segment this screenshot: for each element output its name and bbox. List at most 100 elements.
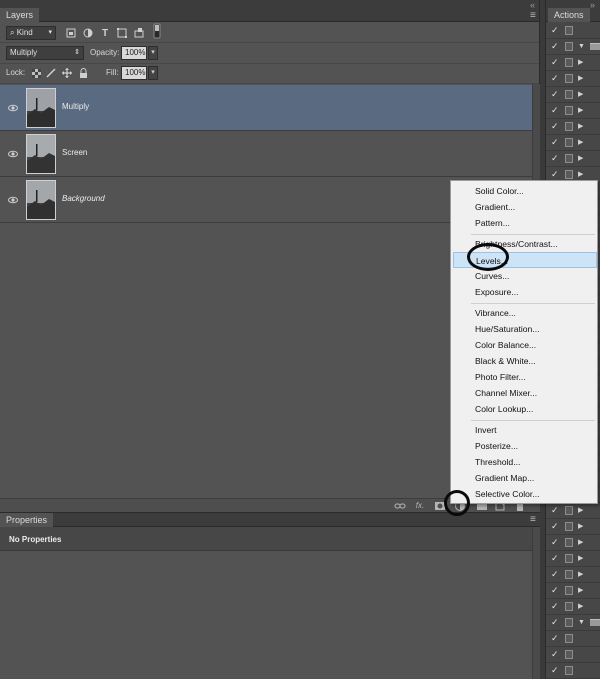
action-row[interactable]: ✓▶ — [546, 119, 600, 135]
action-row[interactable]: ✓▶ — [546, 87, 600, 103]
disclosure-open-icon[interactable]: ▼ — [578, 618, 585, 627]
panel-menu-icon[interactable]: ≡ — [530, 515, 536, 525]
action-row[interactable]: ✓▶ — [546, 583, 600, 599]
action-row[interactable]: ✓ ▼ — [546, 39, 600, 55]
dialog-toggle-icon[interactable] — [565, 554, 573, 563]
menu-item-curves[interactable]: Curves... — [471, 268, 593, 284]
disclosure-closed-icon[interactable]: ▶ — [578, 58, 583, 67]
checkmark-icon[interactable]: ✓ — [551, 505, 561, 515]
disclosure-closed-icon[interactable]: ▶ — [578, 106, 583, 115]
checkmark-icon[interactable]: ✓ — [551, 57, 561, 67]
action-row[interactable]: ✓▶ — [546, 567, 600, 583]
menu-item-photo-filter[interactable]: Photo Filter... — [471, 369, 593, 385]
menu-item-vibrance[interactable]: Vibrance... — [471, 305, 593, 321]
opacity-input[interactable]: 100% — [121, 46, 147, 60]
disclosure-closed-icon[interactable]: ▶ — [578, 506, 583, 515]
action-row[interactable]: ✓▶ — [546, 135, 600, 151]
visibility-eye-icon[interactable] — [8, 195, 18, 205]
checkmark-icon[interactable]: ✓ — [551, 153, 561, 163]
blend-mode-select[interactable]: Multiply ⇕ — [6, 46, 84, 60]
checkmark-icon[interactable]: ✓ — [551, 553, 561, 563]
filter-toggle-icon[interactable] — [150, 23, 164, 39]
disclosure-closed-icon[interactable]: ▶ — [578, 538, 583, 547]
checkmark-icon[interactable]: ✓ — [551, 617, 561, 627]
disclosure-closed-icon[interactable]: ▶ — [578, 522, 583, 531]
checkmark-icon[interactable]: ✓ — [551, 521, 561, 531]
menu-item-invert[interactable]: Invert — [471, 422, 593, 438]
checkmark-icon[interactable]: ✓ — [551, 137, 561, 147]
fill-slider-button[interactable]: ▾ — [148, 66, 158, 80]
actions-tab[interactable]: Actions — [548, 8, 590, 22]
disclosure-closed-icon[interactable]: ▶ — [578, 138, 583, 147]
dialog-toggle-icon[interactable] — [565, 42, 573, 51]
action-row[interactable]: ✓▶ — [546, 103, 600, 119]
checkmark-icon[interactable]: ✓ — [551, 569, 561, 579]
image-filter-icon[interactable] — [64, 26, 78, 40]
menu-item-black-white[interactable]: Black & White... — [471, 353, 593, 369]
layers-tab[interactable]: Layers — [0, 8, 40, 22]
fill-input[interactable]: 100% — [121, 66, 147, 80]
opacity-slider-button[interactable]: ▾ — [148, 46, 158, 60]
checkmark-icon[interactable]: ✓ — [551, 169, 561, 179]
action-row[interactable]: ✓ — [546, 23, 600, 39]
disclosure-open-icon[interactable]: ▼ — [578, 42, 585, 51]
dialog-toggle-icon[interactable] — [565, 618, 573, 627]
menu-item-threshold[interactable]: Threshold... — [471, 454, 593, 470]
checkmark-icon[interactable]: ✓ — [551, 537, 561, 547]
action-row[interactable]: ✓▶ — [546, 151, 600, 167]
lock-transparent-icon[interactable] — [29, 66, 43, 80]
checkmark-icon[interactable]: ✓ — [551, 585, 561, 595]
dialog-toggle-icon[interactable] — [565, 570, 573, 579]
link-layers-icon[interactable] — [394, 500, 406, 512]
menu-item-selective-color[interactable]: Selective Color... — [471, 486, 593, 502]
menu-item-channel-mixer[interactable]: Channel Mixer... — [471, 385, 593, 401]
menu-item-posterize[interactable]: Posterize... — [471, 438, 593, 454]
dialog-toggle-icon[interactable] — [565, 106, 573, 115]
dialog-toggle-icon[interactable] — [565, 602, 573, 611]
action-row[interactable]: ✓▶ — [546, 71, 600, 87]
menu-item-hue-saturation[interactable]: Hue/Saturation... — [471, 321, 593, 337]
checkmark-icon[interactable]: ✓ — [551, 633, 561, 643]
properties-scrollbar[interactable] — [532, 527, 540, 679]
menu-item-solid-color[interactable]: Solid Color... — [471, 183, 593, 199]
menu-item-levels[interactable]: Levels... — [453, 252, 597, 268]
action-row[interactable]: ✓ — [546, 663, 600, 679]
checkmark-icon[interactable]: ✓ — [551, 105, 561, 115]
dialog-toggle-icon[interactable] — [565, 90, 573, 99]
properties-tab[interactable]: Properties — [0, 513, 54, 527]
checkmark-icon[interactable]: ✓ — [551, 73, 561, 83]
dialog-toggle-icon[interactable] — [565, 650, 573, 659]
dialog-toggle-icon[interactable] — [565, 138, 573, 147]
disclosure-closed-icon[interactable]: ▶ — [578, 74, 583, 83]
dialog-toggle-icon[interactable] — [565, 74, 573, 83]
dialog-toggle-icon[interactable] — [565, 586, 573, 595]
dialog-toggle-icon[interactable] — [565, 522, 573, 531]
menu-item-gradient[interactable]: Gradient... — [471, 199, 593, 215]
disclosure-closed-icon[interactable]: ▶ — [578, 170, 583, 179]
action-row[interactable]: ✓▶ — [546, 599, 600, 615]
expand-panels-icon[interactable]: » — [590, 0, 595, 10]
action-row[interactable]: ✓ ▼ — [546, 615, 600, 631]
checkmark-icon[interactable]: ✓ — [551, 89, 561, 99]
menu-item-color-lookup[interactable]: Color Lookup... — [471, 401, 593, 417]
disclosure-closed-icon[interactable]: ▶ — [578, 602, 583, 611]
action-row[interactable]: ✓▶ — [546, 503, 600, 519]
fx-icon[interactable]: fx. — [414, 500, 426, 512]
action-row[interactable]: ✓▶ — [546, 519, 600, 535]
dialog-toggle-icon[interactable] — [565, 58, 573, 67]
checkmark-icon[interactable]: ✓ — [551, 25, 561, 35]
dialog-toggle-icon[interactable] — [565, 506, 573, 515]
action-row[interactable]: ✓ — [546, 647, 600, 663]
kind-filter-select[interactable]: ⌕ Kind ▾ — [6, 26, 56, 40]
lock-all-icon[interactable] — [76, 66, 90, 80]
disclosure-closed-icon[interactable]: ▶ — [578, 586, 583, 595]
lock-image-icon[interactable] — [44, 66, 58, 80]
smart-object-filter-icon[interactable] — [132, 26, 146, 40]
dialog-toggle-icon[interactable] — [565, 538, 573, 547]
disclosure-closed-icon[interactable]: ▶ — [578, 154, 583, 163]
dialog-toggle-icon[interactable] — [565, 634, 573, 643]
visibility-eye-icon[interactable] — [8, 103, 18, 113]
dialog-toggle-icon[interactable] — [565, 666, 573, 675]
menu-item-brightness-contrast[interactable]: Brightness/Contrast... — [471, 236, 593, 252]
menu-item-exposure[interactable]: Exposure... — [471, 284, 593, 300]
